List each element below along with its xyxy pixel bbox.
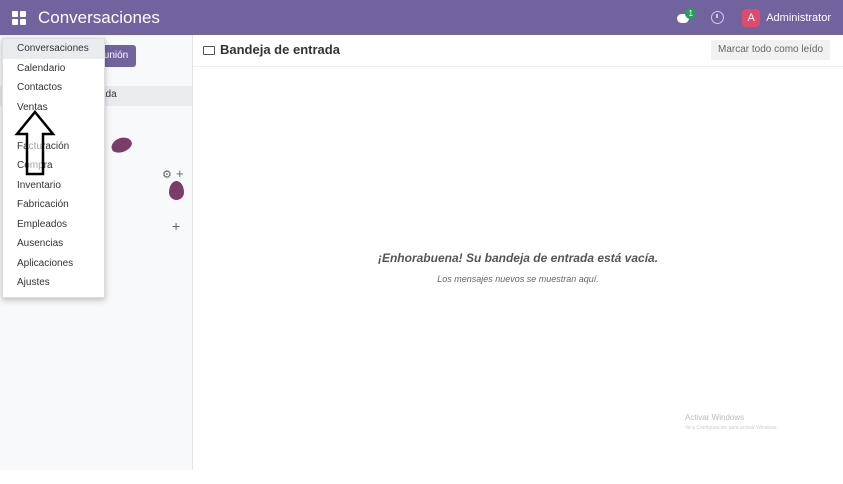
add-channel-icon[interactable]: + — [176, 166, 184, 181]
add-chat-icon[interactable]: + — [172, 218, 180, 234]
top-navbar: Conversaciones 1 A Administrator — [0, 0, 843, 35]
mark-all-read-button[interactable]: Marcar todo como leído — [711, 40, 831, 60]
inbox-icon — [203, 46, 215, 55]
menu-item-ausencias[interactable]: Ausencias — [3, 234, 104, 254]
windows-activation-hint: Ve a Configuración para activar Windows. — [685, 425, 778, 431]
apps-grid-icon[interactable] — [12, 10, 26, 25]
empty-state-subtitle: Los mensajes nuevos se muestran aquí. — [437, 274, 599, 284]
topbar-right: 1 A Administrator — [675, 0, 843, 35]
user-name[interactable]: Administrator — [766, 12, 831, 24]
windows-activation-watermark: Activar Windows — [685, 413, 745, 422]
menu-item-fabricacion[interactable]: Fabricación — [3, 195, 104, 215]
message-count-badge: 1 — [685, 7, 697, 19]
menu-item-aplicaciones[interactable]: Aplicaciones — [3, 254, 104, 274]
chat-bubble-icon[interactable]: 1 — [675, 7, 697, 26]
menu-item-ajustes[interactable]: Ajustes — [3, 273, 104, 293]
clock-icon[interactable] — [711, 11, 725, 24]
empty-state-title: ¡Enhorabuena! Su bandeja de entrada está… — [377, 251, 659, 265]
up-arrow-annotation-icon — [14, 110, 56, 176]
menu-item-calendario[interactable]: Calendario — [3, 59, 104, 79]
menu-item-inventario[interactable]: Inventario — [3, 176, 104, 196]
main-header: Bandeja de entrada Marcar todo como leíd… — [193, 35, 843, 67]
annotation-drop-shape — [109, 134, 134, 156]
menu-item-conversaciones[interactable]: Conversaciones — [3, 39, 104, 59]
annotation-drop-shape — [169, 181, 184, 200]
app-title[interactable]: Conversaciones — [38, 8, 160, 28]
menu-item-empleados[interactable]: Empleados — [3, 215, 104, 235]
gear-icon[interactable]: ⚙ — [162, 168, 172, 181]
menu-item-contactos[interactable]: Contactos — [3, 78, 104, 98]
user-avatar[interactable]: A — [742, 8, 761, 27]
page-title: Bandeja de entrada — [220, 42, 340, 57]
